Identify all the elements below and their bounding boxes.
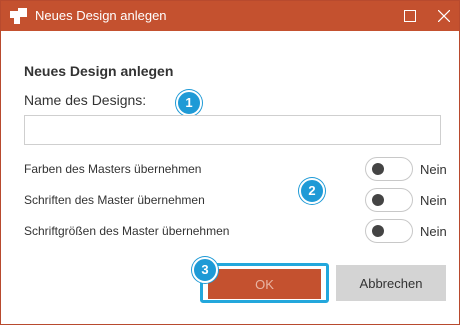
toggle-fonts[interactable] (365, 188, 413, 212)
design-name-label: Name des Designs: (24, 92, 147, 108)
option-label-font-sizes: Schriftgrößen des Master übernehmen (24, 224, 230, 238)
callout-badge-3: 3 (192, 257, 218, 283)
close-icon[interactable] (433, 5, 455, 27)
dialog-heading: Neues Design anlegen (24, 63, 174, 79)
toggle-knob (372, 163, 384, 175)
title-bar[interactable]: Neues Design anlegen (1, 1, 459, 31)
toggle-font-sizes[interactable] (365, 219, 413, 243)
design-name-input[interactable] (24, 115, 441, 145)
toggle-font-sizes-state: Nein (420, 224, 447, 239)
callout-badge-1: 1 (176, 90, 202, 116)
callout-badge-2: 2 (299, 178, 325, 204)
window-title: Neues Design anlegen (35, 8, 167, 23)
cancel-button[interactable]: Abbrechen (336, 265, 446, 301)
option-label-fonts: Schriften des Master übernehmen (24, 193, 205, 207)
maximize-icon[interactable] (399, 5, 421, 27)
toggle-knob (372, 194, 384, 206)
toggle-fonts-state: Nein (420, 193, 447, 208)
toggle-colors-state: Nein (420, 162, 447, 177)
toggle-knob (372, 225, 384, 237)
option-label-colors: Farben des Masters übernehmen (24, 162, 202, 176)
toggle-colors[interactable] (365, 157, 413, 181)
app-icon (10, 8, 27, 24)
dialog-window: Neues Design anlegen Neues Design anlege… (0, 0, 460, 325)
ok-button[interactable]: OK (208, 269, 321, 299)
